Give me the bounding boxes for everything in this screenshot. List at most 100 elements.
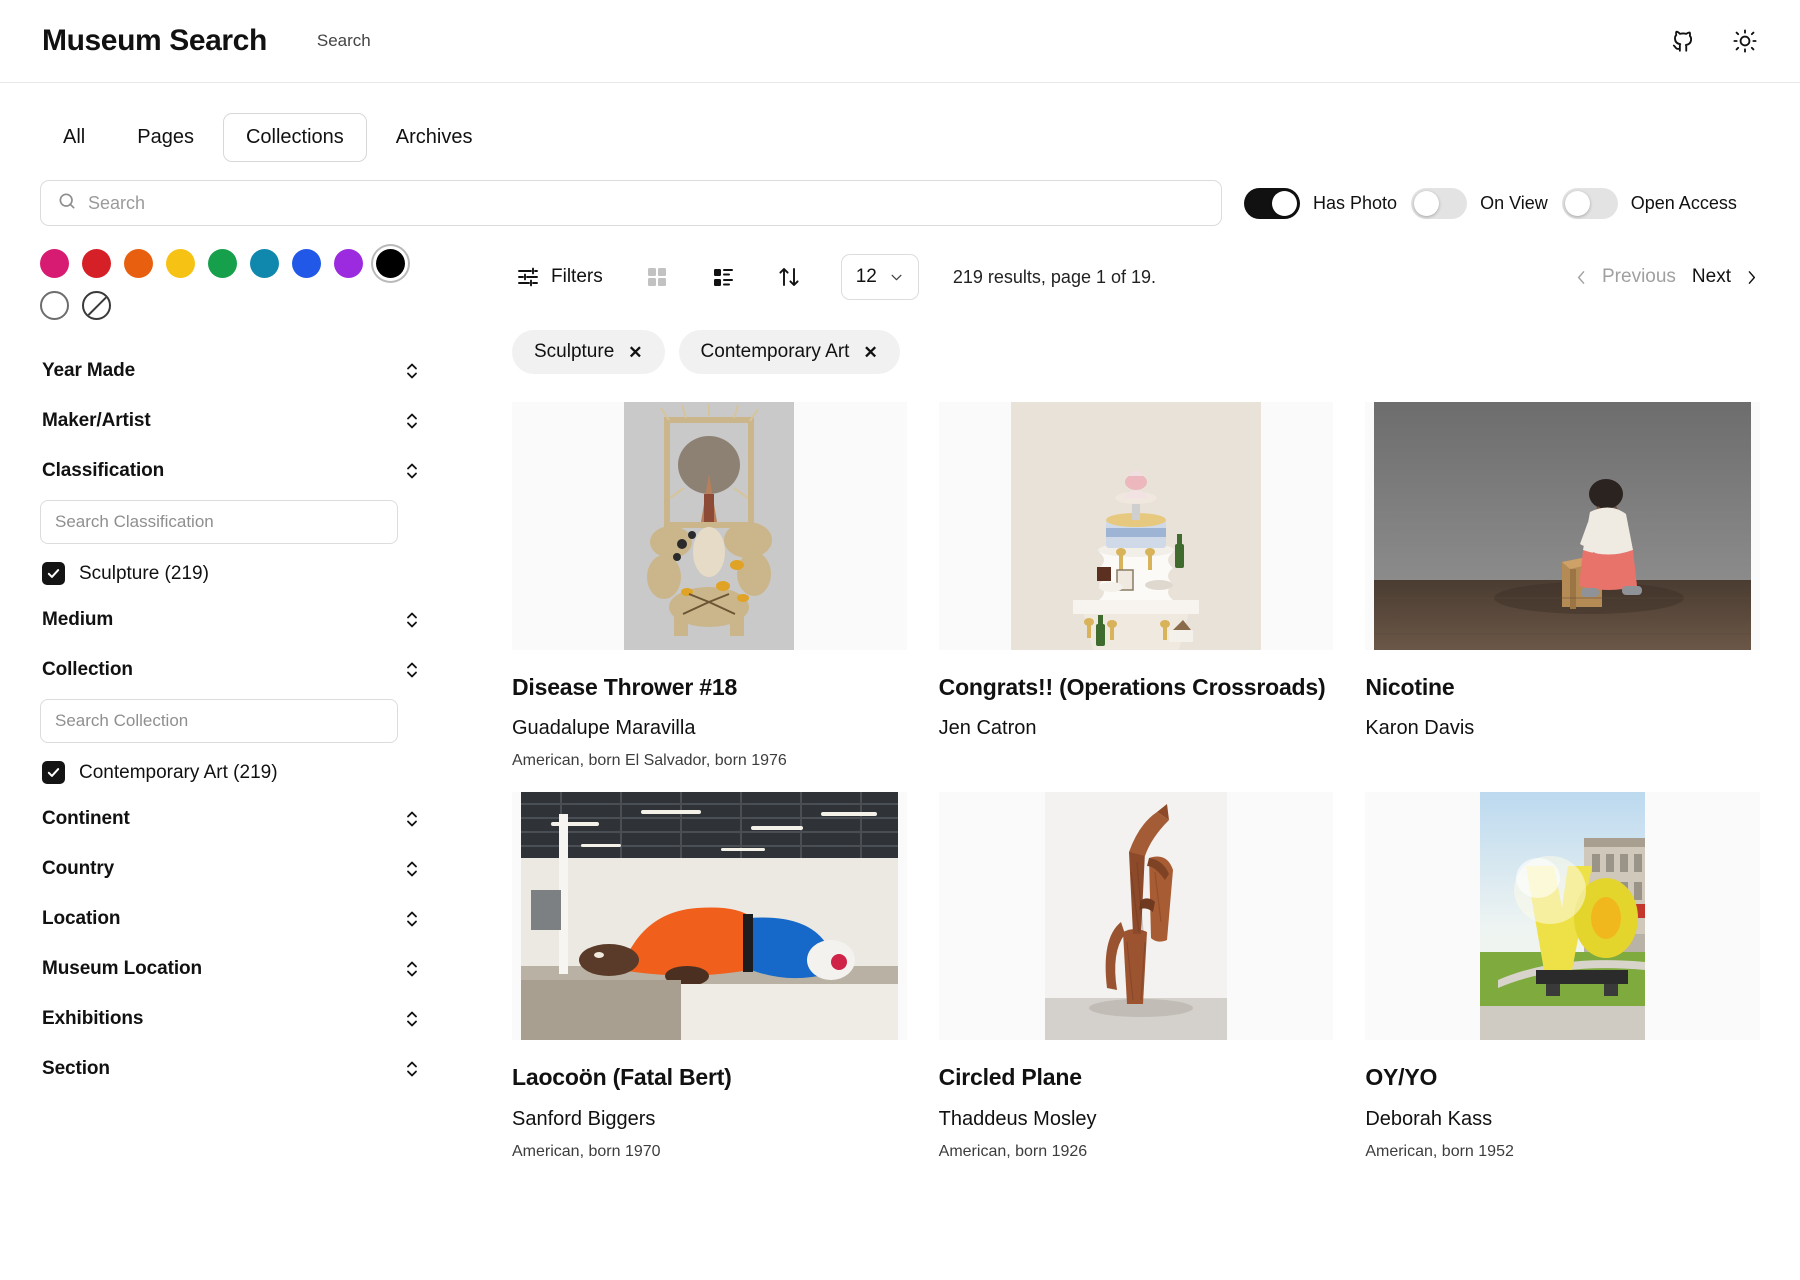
facet-museum-location[interactable]: Museum Location	[40, 944, 472, 994]
filters-icon	[516, 265, 540, 289]
color-swatch-green[interactable]	[208, 249, 237, 278]
chevron-left-icon	[1573, 269, 1590, 286]
app-title: Museum Search	[42, 24, 267, 57]
toggle-knob	[1272, 190, 1297, 216]
facet-classification[interactable]: Classification	[40, 446, 472, 496]
facet-location[interactable]: Location	[40, 894, 472, 944]
per-page-select[interactable]: 12	[840, 254, 919, 300]
facet-section[interactable]: Section	[40, 1044, 472, 1094]
facet-continent[interactable]: Continent	[40, 794, 472, 844]
toggle-open-access-wrap: Open Access	[1561, 187, 1737, 219]
facet-label: Country	[42, 858, 115, 879]
topbar-icons	[1670, 28, 1758, 54]
previous-page-button[interactable]: Previous	[1573, 266, 1676, 288]
result-thumbnail[interactable]	[512, 792, 907, 1041]
active-filter-chips: Sculpture ✕ Contemporary Art ✕	[512, 330, 1760, 374]
facet-country[interactable]: Country	[40, 844, 472, 894]
chip-label: Sculpture	[534, 341, 615, 362]
color-swatch-pink[interactable]	[40, 249, 69, 278]
list-view-icon[interactable]	[707, 261, 739, 293]
facet-label: Collection	[42, 659, 133, 680]
result-artist: Karon Davis	[1365, 717, 1475, 740]
facet-option-sculpture[interactable]: Sculpture (219)	[40, 554, 472, 595]
result-meta: American, born El Salvador, born 1976	[512, 752, 787, 770]
sort-icon[interactable]	[773, 261, 805, 293]
result-title: Congrats!! (Operations Crossroads)	[938, 674, 1326, 700]
chip-remove-icon[interactable]: ✕	[863, 344, 877, 361]
color-swatches	[40, 249, 440, 320]
result-title: Laocoön (Fatal Bert)	[512, 1064, 732, 1091]
facet-maker-artist[interactable]: Maker/Artist	[40, 396, 472, 446]
facet-collection[interactable]: Collection	[40, 645, 472, 695]
facet-label: Exhibitions	[42, 1008, 144, 1029]
toggle-has-photo-label: Has Photo	[1313, 192, 1398, 213]
collection-search-input[interactable]	[40, 699, 398, 743]
facet-year-made[interactable]: Year Made	[40, 346, 472, 396]
github-icon[interactable]	[1670, 28, 1696, 54]
result-card[interactable]: Circled Plane Thaddeus Mosley American, …	[938, 792, 1334, 1160]
tab-archives[interactable]: Archives	[373, 113, 496, 162]
facet-option-contemporary-art[interactable]: Contemporary Art (219)	[40, 753, 472, 794]
toggle-has-photo[interactable]	[1244, 187, 1300, 219]
facet-medium[interactable]: Medium	[40, 595, 472, 645]
result-meta: American, born 1970	[512, 1142, 661, 1160]
result-card[interactable]: OY/YO Deborah Kass American, born 1952	[1365, 792, 1760, 1160]
result-artist: Sanford Biggers	[512, 1107, 656, 1130]
result-artist: Jen Catron	[938, 717, 1037, 740]
checkbox-checked-icon[interactable]	[42, 562, 65, 585]
nav-link-search[interactable]: Search	[317, 31, 371, 51]
chevron-updown-icon	[404, 360, 420, 382]
toggle-open-access[interactable]	[1561, 187, 1618, 219]
sun-icon[interactable]	[1732, 28, 1758, 54]
filter-sidebar: Year Made Maker/Artist Classification Sc…	[40, 226, 472, 1161]
chevron-updown-icon	[404, 1008, 420, 1030]
color-swatch-black[interactable]	[376, 249, 405, 278]
color-swatch-blue[interactable]	[292, 249, 321, 278]
chevron-down-icon	[889, 270, 904, 285]
chevron-updown-icon	[404, 808, 420, 830]
chip-remove-icon[interactable]: ✕	[628, 344, 642, 361]
search-input[interactable]	[88, 192, 1205, 214]
result-thumbnail[interactable]	[1365, 402, 1760, 650]
color-swatch-orange[interactable]	[124, 249, 153, 278]
facet-exhibitions[interactable]: Exhibitions	[40, 994, 472, 1044]
chevron-updown-icon	[404, 958, 420, 980]
facet-label: Section	[42, 1058, 110, 1079]
classification-search-input[interactable]	[40, 500, 398, 544]
color-swatch-yellow[interactable]	[166, 249, 195, 278]
tab-pages[interactable]: Pages	[114, 113, 217, 162]
toggle-open-access-label: Open Access	[1630, 192, 1737, 213]
next-page-button[interactable]: Next	[1692, 266, 1760, 288]
result-thumbnail[interactable]	[938, 402, 1334, 650]
result-card[interactable]: Laocoön (Fatal Bert) Sanford Biggers Ame…	[512, 792, 907, 1160]
color-swatch-white[interactable]	[40, 291, 69, 320]
grid-view-icon[interactable]	[641, 261, 673, 293]
toggle-on-view[interactable]	[1411, 187, 1468, 219]
filter-toggles: Has Photo On View Open Access	[1244, 187, 1737, 219]
checkbox-checked-icon[interactable]	[42, 761, 65, 784]
result-thumbnail[interactable]	[512, 402, 907, 650]
filters-button[interactable]: Filters	[512, 261, 607, 293]
result-thumbnail[interactable]	[1365, 792, 1760, 1041]
facet-label: Year Made	[42, 360, 136, 381]
result-title: OY/YO	[1365, 1064, 1438, 1091]
color-swatch-red[interactable]	[82, 249, 111, 278]
chip-contemporary-art[interactable]: Contemporary Art ✕	[678, 330, 900, 374]
result-meta: American, born 1952	[1365, 1142, 1514, 1160]
tab-collections[interactable]: Collections	[222, 113, 367, 162]
color-swatch-no-color-icon[interactable]	[82, 291, 111, 320]
color-swatch-teal[interactable]	[250, 249, 279, 278]
search-box[interactable]	[40, 180, 1222, 226]
chip-sculpture[interactable]: Sculpture ✕	[512, 330, 665, 374]
tab-all[interactable]: All	[40, 113, 108, 162]
chevron-updown-icon	[404, 908, 420, 930]
result-card[interactable]: Nicotine Karon Davis	[1365, 402, 1760, 770]
result-card[interactable]: Congrats!! (Operations Crossroads) Jen C…	[938, 402, 1334, 770]
result-card[interactable]: Disease Thrower #18 Guadalupe Maravilla …	[512, 402, 907, 770]
pagination: Previous Next	[1573, 266, 1760, 288]
facet-label: Continent	[42, 808, 130, 829]
facet-label: Classification	[42, 460, 165, 481]
color-swatch-purple[interactable]	[334, 249, 363, 278]
per-page-value: 12	[855, 266, 877, 287]
result-thumbnail[interactable]	[938, 792, 1334, 1041]
